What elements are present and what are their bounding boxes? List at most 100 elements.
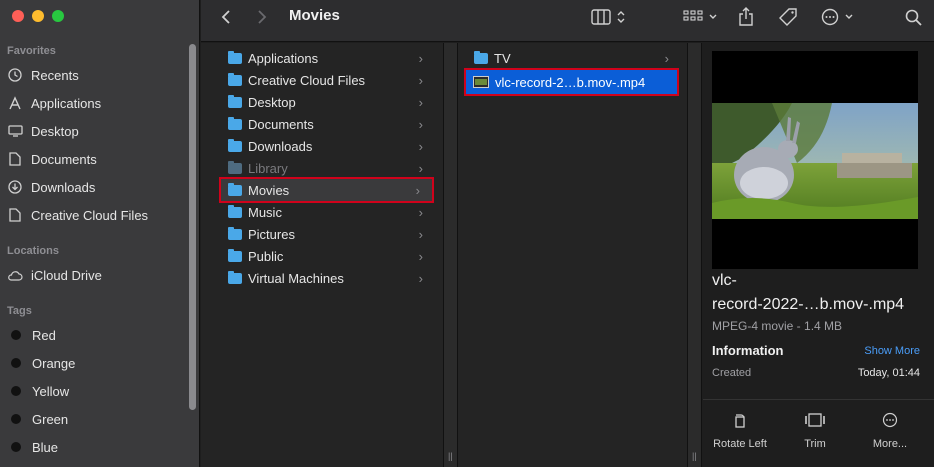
file-name-line: record-2022-…b.mov-.mp4 <box>712 296 905 313</box>
folder-column-movies: TV › vlc-record-2…b.mov-.mp4 <box>458 43 687 467</box>
zoom-button[interactable] <box>52 10 64 22</box>
document-icon <box>7 151 23 167</box>
sidebar-item-applications[interactable]: Applications <box>7 91 187 115</box>
chevron-right-icon: › <box>418 270 423 286</box>
folder-row-documents[interactable]: Documents › <box>228 113 435 135</box>
tag-dot-icon <box>11 358 21 368</box>
video-file-icon <box>473 76 489 88</box>
sidebar-tag-red[interactable]: Red <box>7 323 187 347</box>
tag-dot-icon <box>11 386 21 396</box>
chevron-right-icon: › <box>418 138 423 154</box>
chevron-down-icon <box>709 14 717 19</box>
chevron-right-icon: › <box>418 204 423 220</box>
back-button[interactable] <box>221 6 231 28</box>
sidebar-item-recents[interactable]: Recents <box>7 63 187 87</box>
sidebar-item-icloud-drive[interactable]: iCloud Drive <box>7 263 187 287</box>
folder-row-virtual-machines[interactable]: Virtual Machines › <box>228 267 435 289</box>
sidebar-item-desktop[interactable]: Desktop <box>7 119 187 143</box>
tags-heading: Tags <box>7 305 32 317</box>
columns-view-icon <box>591 9 611 25</box>
folder-label: Movies <box>248 182 290 198</box>
folder-row-applications[interactable]: Applications › <box>228 47 435 69</box>
action-label: Trim <box>804 438 826 450</box>
close-button[interactable] <box>12 10 24 22</box>
folder-row-library[interactable]: Library › <box>228 157 435 179</box>
sidebar-tag-green[interactable]: Green <box>7 407 187 431</box>
window-title: Movies <box>289 7 340 24</box>
folder-row-tv[interactable]: TV › <box>474 47 681 69</box>
sidebar-item-label: Documents <box>31 151 97 167</box>
created-value: Today, 01:44 <box>857 367 920 379</box>
folder-row-pictures[interactable]: Pictures › <box>228 223 435 245</box>
folder-icon <box>228 50 242 64</box>
folder-icon <box>474 50 488 64</box>
folder-label: Documents <box>248 116 314 132</box>
folder-row-creative-cloud-files[interactable]: Creative Cloud Files › <box>228 69 435 91</box>
up-down-chevron-icon <box>617 11 625 23</box>
folder-icon <box>228 182 242 196</box>
minimize-button[interactable] <box>32 10 44 22</box>
tag-label: Red <box>32 327 56 343</box>
chevron-right-icon: › <box>418 50 423 66</box>
action-label: More... <box>872 438 908 450</box>
folder-row-movies[interactable]: Movies › <box>219 177 434 203</box>
grid-icon <box>683 10 703 21</box>
folder-icon <box>228 94 242 108</box>
sidebar-tag-yellow[interactable]: Yellow <box>7 379 187 403</box>
sidebar-scrollbar[interactable] <box>189 44 196 410</box>
folder-label: Desktop <box>248 94 296 110</box>
folder-label: Library <box>248 160 288 176</box>
locations-heading: Locations <box>7 245 59 257</box>
created-label: Created <box>712 367 752 379</box>
folder-row-desktop[interactable]: Desktop › <box>228 91 435 113</box>
search-button[interactable] <box>905 6 922 28</box>
tag-label: Orange <box>32 355 76 371</box>
folder-row-public[interactable]: Public › <box>228 245 435 267</box>
folder-column-home: Applications › Creative Cloud Files › Desk… <box>201 43 443 467</box>
toolbar: Movies <box>201 0 934 42</box>
folder-icon <box>228 72 242 86</box>
video-thumbnail[interactable] <box>712 103 918 219</box>
sidebar-item-downloads[interactable]: Downloads <box>7 175 187 199</box>
folder-label: TV <box>494 50 511 66</box>
more-icon <box>855 412 925 432</box>
group-button[interactable] <box>683 6 718 28</box>
cloud-icon <box>7 267 23 283</box>
more-actions-button[interactable]: More... <box>855 412 925 450</box>
preview-file-name: vlc- record-2022-…b.mov-.mp4 <box>712 269 922 317</box>
sidebar-tag-blue[interactable]: Blue <box>7 435 187 459</box>
folder-icon <box>228 226 242 240</box>
chevron-right-icon: › <box>418 226 423 242</box>
folder-row-downloads[interactable]: Downloads › <box>228 135 435 157</box>
tag-button[interactable] <box>779 6 797 28</box>
information-heading: Information <box>712 343 784 358</box>
action-button[interactable] <box>821 6 854 28</box>
tag-label: Yellow <box>32 383 70 399</box>
forward-button[interactable] <box>257 6 267 28</box>
folder-label: Virtual Machines <box>248 270 344 286</box>
tag-dot-icon <box>11 442 21 452</box>
view-mode-button[interactable] <box>591 6 626 28</box>
folder-label: Pictures <box>248 226 295 242</box>
sidebar: Favorites Recents Applications Desktop D… <box>0 0 200 467</box>
file-row-vlc-record[interactable]: vlc-record-2…b.mov-.mp4 <box>464 68 679 96</box>
tag-dot-icon <box>11 330 21 340</box>
column-resize-handle[interactable]: || <box>687 43 702 467</box>
folder-icon <box>228 160 242 174</box>
sidebar-tag-orange[interactable]: Orange <box>7 351 187 375</box>
trim-button[interactable]: Trim <box>780 412 850 450</box>
sidebar-item-label: Downloads <box>31 179 96 195</box>
rotate-left-button[interactable]: Rotate Left <box>705 412 775 450</box>
sidebar-item-creative-cloud-files[interactable]: Creative Cloud Files <box>7 203 187 227</box>
sidebar-item-documents[interactable]: Documents <box>7 147 187 171</box>
show-more-link[interactable]: Show More <box>864 345 920 357</box>
folder-row-music[interactable]: Music › <box>228 201 435 223</box>
column-resize-handle[interactable]: || <box>443 43 458 467</box>
chevron-right-icon: › <box>418 116 423 132</box>
preview-pane: vlc- record-2022-…b.mov-.mp4 MPEG-4 movi… <box>703 43 934 467</box>
chevron-right-icon: › <box>418 94 423 110</box>
share-button[interactable] <box>738 6 754 28</box>
share-icon <box>739 7 753 26</box>
search-icon <box>905 9 922 26</box>
tag-label: Green <box>32 411 69 427</box>
